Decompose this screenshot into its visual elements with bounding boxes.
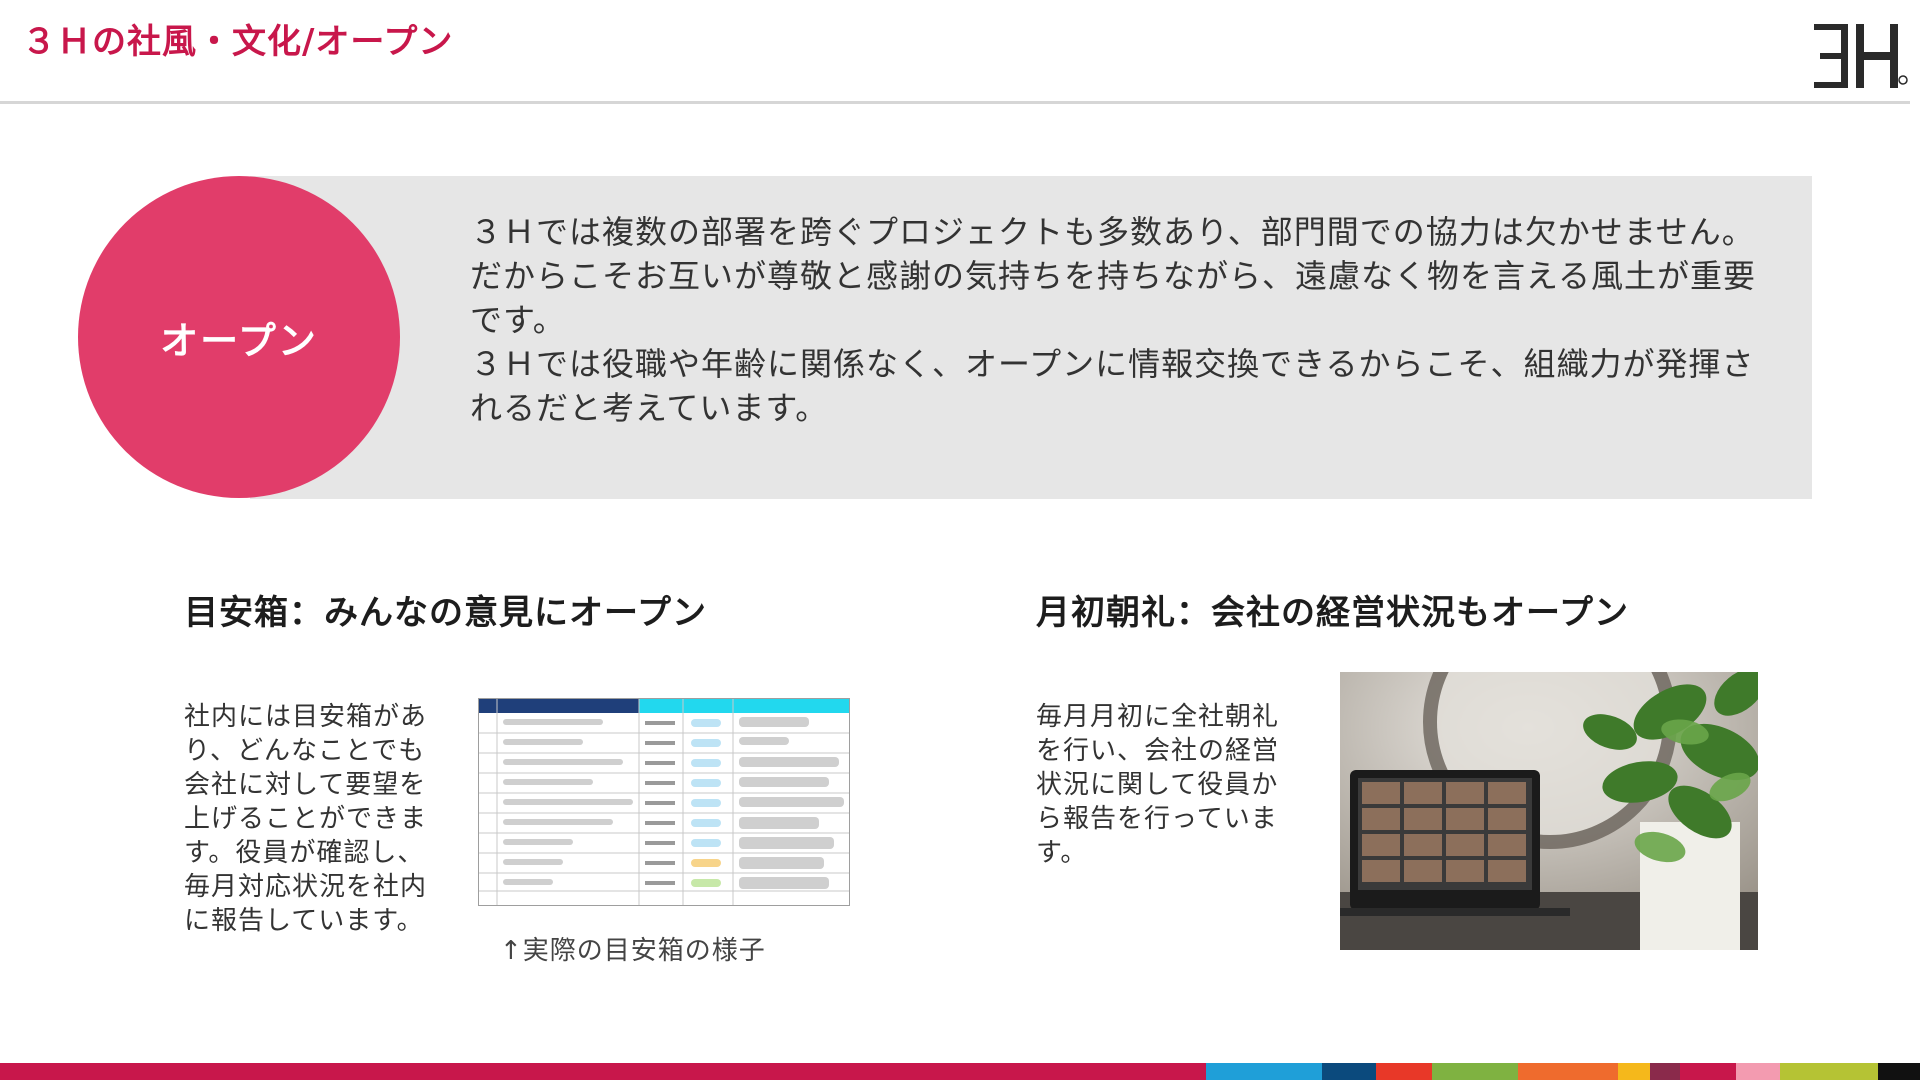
page-title: ３Ｈの社風・文化/オープン: [22, 22, 454, 62]
footer-segment: [1618, 1063, 1650, 1080]
monthly-meeting-heading: 月初朝礼：会社の経営状況もオープン: [1036, 593, 1629, 633]
open-paragraph-2: ３Ｈでは役職や年齢に関係なく、オープンに情報交換できるからこそ、組織力が発揮され…: [470, 345, 1755, 427]
footer-segment: [1322, 1063, 1376, 1080]
header-divider: [0, 101, 1910, 104]
monthly-meeting-text: 毎月月初に全社朝礼を行い、会社の経営状況に関して役員から報告を行っています。: [1036, 702, 1280, 868]
open-paragraph-1: ３Ｈでは複数の部署を跨ぐプロジェクトも多数あり、部門間での協力は欠かせません。だ…: [470, 213, 1757, 339]
footer-segment: [1376, 1063, 1432, 1080]
footer-segment: [1650, 1063, 1680, 1080]
open-circle-label: オープン: [160, 318, 318, 363]
open-description: ３Ｈでは複数の部署を跨ぐプロジェクトも多数あり、部門間での協力は欠かせません。だ…: [470, 210, 1770, 430]
footer-segment: [1680, 1063, 1736, 1080]
footer-segment: [1780, 1063, 1878, 1080]
footer-segment: [1432, 1063, 1518, 1080]
monthly-meeting-photo: [1340, 672, 1758, 950]
suggestion-box-caption: ↑実際の目安箱の様子: [500, 936, 766, 966]
company-logo: [1804, 18, 1912, 94]
suggestion-box-text: 社内には目安箱があり、どんなことでも会社に対して要望を上げることができます。役員…: [184, 702, 428, 936]
footer-segment: [1878, 1063, 1920, 1080]
footer-segment: [1518, 1063, 1618, 1080]
footer-segment: [1206, 1063, 1322, 1080]
footer-segment: [0, 1063, 1206, 1080]
open-circle: オープン: [78, 176, 400, 498]
suggestion-box-table-image: [478, 698, 850, 906]
suggestion-box-heading: 目安箱：みんなの意見にオープン: [184, 593, 707, 633]
footer-segment: [1736, 1063, 1780, 1080]
footer-color-bar: [0, 1063, 1920, 1080]
